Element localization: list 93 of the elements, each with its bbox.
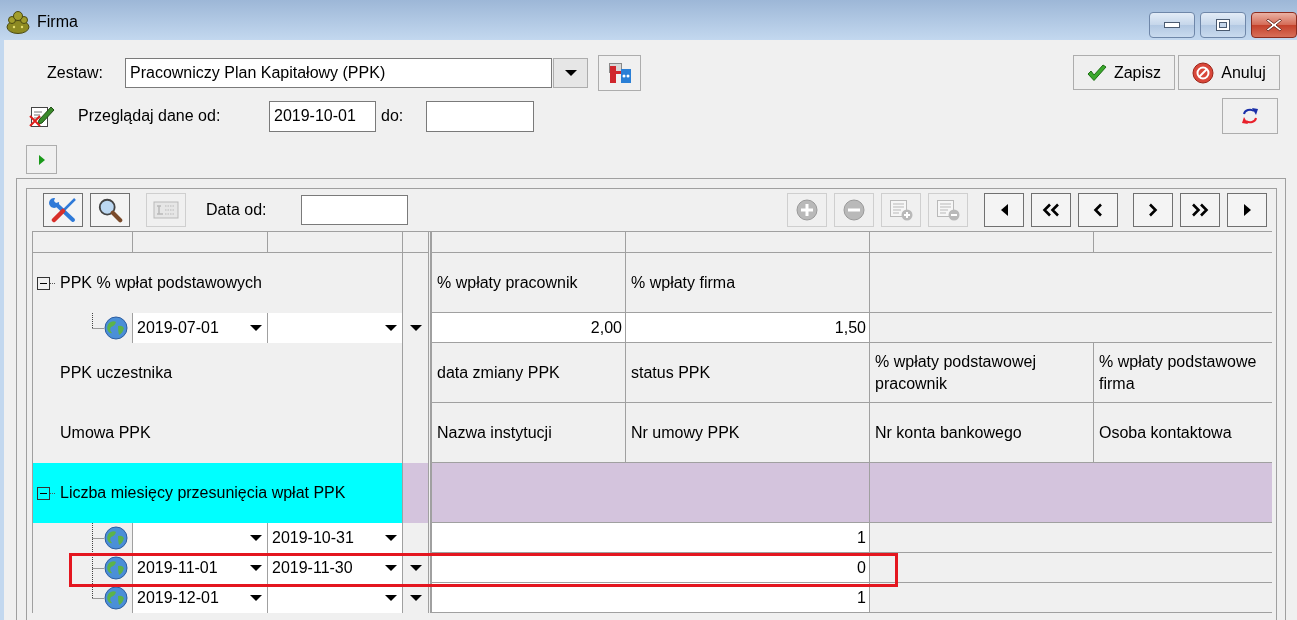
date-range-label: Przeglądaj dane od: — [78, 107, 222, 125]
globe-icon — [104, 526, 128, 550]
date-to-combo[interactable] — [268, 583, 403, 613]
cancel-button[interactable]: Anuluj — [1178, 55, 1280, 90]
value-field[interactable]: 1 — [432, 583, 870, 613]
check-icon — [1086, 63, 1107, 82]
date-from-combo[interactable]: 2019-07-01 — [133, 313, 268, 343]
column-header: data zmiany PPK — [432, 343, 626, 403]
column-header[interactable] — [133, 232, 268, 253]
caret-icon — [385, 535, 397, 541]
tables-button[interactable] — [598, 54, 641, 91]
rewind-button[interactable] — [1031, 192, 1071, 227]
double-chevron-right-icon — [1191, 202, 1209, 217]
value-field[interactable]: 1 — [432, 523, 870, 553]
minus-circle-icon — [843, 198, 865, 221]
column-header[interactable] — [870, 232, 1094, 253]
column-header[interactable] — [432, 232, 626, 253]
chevron-right-icon — [1148, 202, 1158, 217]
column-header: % wpłaty podstawowej pracownik — [870, 343, 1094, 403]
column-header: status PPK — [626, 343, 870, 403]
forward-button[interactable] — [1180, 192, 1220, 227]
maximize-icon — [1216, 19, 1230, 31]
close-icon — [1266, 18, 1282, 32]
date-from-field[interactable]: 2019-10-01 — [269, 100, 376, 132]
prohibited-icon — [1192, 61, 1215, 84]
chevron-left-icon — [1093, 202, 1103, 217]
tree-connector — [92, 313, 104, 329]
collapse-icon[interactable] — [37, 486, 56, 500]
caret-icon[interactable] — [409, 595, 422, 601]
tree-connector — [92, 523, 104, 553]
section-label: Umowa PPK — [60, 424, 151, 442]
collapse-icon[interactable] — [37, 276, 56, 290]
minimize-button[interactable] — [1149, 12, 1195, 38]
globe-icon — [104, 316, 128, 340]
plus-circle-icon — [796, 198, 818, 221]
caret-icon — [385, 565, 397, 571]
caret-icon — [250, 595, 262, 601]
caret-icon — [250, 535, 262, 541]
maximize-button[interactable] — [1200, 12, 1246, 38]
set-label: Zestaw: — [47, 63, 104, 82]
dropdown-button[interactable] — [553, 57, 588, 88]
tools-icon — [48, 196, 78, 223]
close-button[interactable] — [1251, 12, 1297, 38]
document-minus-icon — [936, 198, 960, 221]
window-title: Firma — [37, 12, 78, 31]
refresh-button[interactable] — [1222, 98, 1278, 134]
caret-icon[interactable] — [409, 325, 422, 331]
last-button[interactable] — [1227, 192, 1267, 227]
date-field[interactable] — [301, 194, 408, 225]
search-button[interactable] — [90, 192, 130, 227]
minimize-icon — [1164, 22, 1180, 28]
section-label: PPK uczestnika — [60, 364, 173, 382]
save-button[interactable]: Zapisz — [1073, 55, 1175, 90]
selection-fill — [403, 463, 428, 523]
date-to-combo[interactable]: 2019-10-31 — [268, 523, 403, 553]
set-field[interactable]: Pracowniczy Plan Kapitałowy (PPK) — [125, 57, 552, 88]
double-chevron-left-icon — [1042, 202, 1060, 217]
column-header: % wpłaty podstawowe firma — [1094, 343, 1272, 403]
refresh-icon — [1240, 106, 1260, 126]
calendar-icon — [153, 199, 179, 220]
caret-icon[interactable] — [409, 565, 422, 571]
tables-icon — [607, 61, 632, 84]
caret-icon — [250, 325, 262, 331]
play-button[interactable] — [26, 145, 57, 174]
value-field[interactable]: 1,50 — [626, 313, 870, 343]
column-header[interactable] — [33, 232, 133, 253]
caret-icon — [564, 69, 577, 76]
next-button[interactable] — [1133, 192, 1173, 227]
play-icon — [38, 154, 45, 165]
globe-icon — [104, 556, 128, 580]
date-to-field[interactable] — [426, 100, 534, 132]
date-to-label: do: — [380, 107, 405, 125]
group-label: Liczba miesięcy przesunięcia wpłat PPK — [60, 484, 346, 502]
triangle-right-icon — [1243, 203, 1251, 216]
group-header[interactable]: Liczba miesięcy przesunięcia wpłat PPK — [33, 463, 403, 523]
globe-icon — [104, 586, 128, 610]
column-header[interactable] — [268, 232, 403, 253]
people-icon — [6, 9, 30, 34]
caret-icon — [250, 565, 262, 571]
group-label: PPK % wpłat podstawowych — [60, 274, 262, 292]
previous-button[interactable] — [1078, 192, 1118, 227]
column-header[interactable] — [626, 232, 870, 253]
caret-icon — [385, 325, 397, 331]
value-field[interactable]: 2,00 — [432, 313, 626, 343]
tools-button[interactable] — [43, 192, 83, 227]
document-plus-icon — [889, 198, 913, 221]
triangle-left-icon — [1000, 203, 1008, 216]
first-button[interactable] — [984, 192, 1024, 227]
date-from-combo[interactable]: 2019-12-01 — [133, 583, 268, 613]
search-icon — [97, 196, 123, 223]
caret-icon — [385, 595, 397, 601]
document-pencil-icon[interactable] — [29, 104, 55, 128]
date-label: Data od: — [206, 200, 268, 219]
